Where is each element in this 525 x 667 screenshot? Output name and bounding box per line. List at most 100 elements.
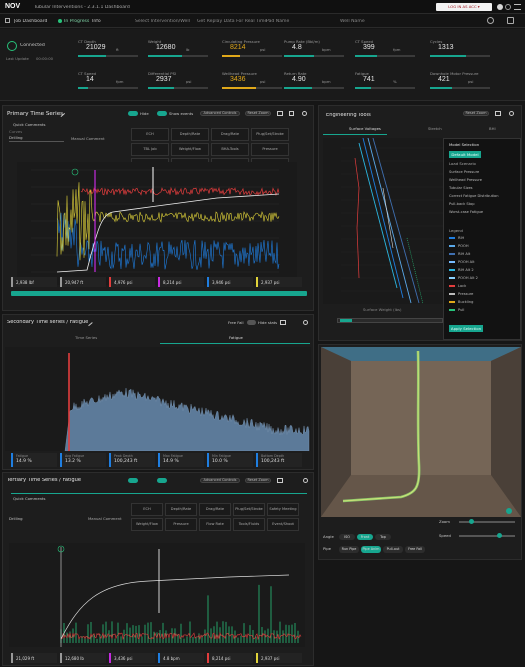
tertiary-chart[interactable] [9, 543, 305, 647]
select-value[interactable]: Drilling [9, 517, 39, 521]
reset-zoom-button[interactable]: Reset Zoom [245, 111, 271, 116]
primary-chart[interactable] [17, 162, 297, 285]
nav-replay[interactable]: Get Replay Data For Real Time [197, 19, 277, 24]
default-model-button[interactable]: Default Model [449, 151, 481, 158]
view-option[interactable]: Front [357, 534, 373, 540]
comment-button[interactable]: Depth/Rate [171, 128, 209, 141]
comment-button[interactable]: Event/Shoot [267, 518, 299, 531]
notifications-icon[interactable] [507, 17, 514, 24]
kpi-value: 1313 [438, 44, 454, 51]
kpi-value: 12680 [156, 44, 176, 51]
eng-scrollbar[interactable] [337, 318, 443, 323]
hide-label: Hide [140, 112, 149, 116]
tab-stretch[interactable]: Stretch [428, 127, 448, 131]
eng-scroll-thumb[interactable] [340, 319, 352, 322]
model-legend-popup: Model Selection Default Model Load Scena… [443, 138, 521, 340]
kpi-gauge [430, 87, 490, 89]
speed-slider[interactable] [459, 533, 515, 538]
nav-well-name[interactable]: Well Name [340, 19, 368, 24]
reading-card: 4.8 bpm [158, 653, 204, 663]
camera-icon[interactable] [280, 320, 286, 325]
tab-surface[interactable]: Surface Voltages [349, 127, 389, 131]
comment-button[interactable]: Plug/Set/Stroke [251, 128, 289, 141]
comment-button[interactable]: Weight/Flow [171, 143, 209, 156]
comment-button[interactable]: TBL Job [131, 143, 169, 156]
nav-pad-name[interactable]: Pad Name [266, 19, 294, 24]
kpi-unit: lb [186, 47, 190, 52]
slider-handle[interactable] [469, 519, 474, 524]
legend-series-name: RIH Alt 2 [458, 268, 474, 272]
slider-handle[interactable] [497, 533, 502, 538]
settings-icon[interactable] [303, 320, 308, 325]
comment-button[interactable]: Weight/Flow [131, 518, 163, 531]
reading-card: Max Fatigue 14.9 % [158, 453, 204, 467]
nav-info[interactable]: Info [92, 19, 104, 24]
kpi-unit: bpm [322, 79, 331, 84]
hide-toggle[interactable] [128, 111, 138, 116]
advanced-controls-button[interactable]: Advanced Controls [200, 111, 240, 116]
zoom-slider[interactable] [459, 519, 515, 524]
comment-button[interactable]: Depth/Rate [165, 503, 197, 516]
hide-toggle[interactable] [128, 478, 138, 483]
kpi-value: 421 [438, 76, 450, 83]
comment-button[interactable]: Flow Rate [199, 518, 231, 531]
tab-time-series[interactable]: Time Series [75, 336, 105, 340]
kpi-value: 399 [363, 44, 375, 51]
mode-option[interactable]: Pull-out [383, 546, 403, 553]
nav-select-well[interactable]: Select Intervention/Well [135, 19, 193, 24]
events-toggle[interactable] [157, 111, 167, 116]
apply-selection-button[interactable]: Apply Selection [449, 325, 483, 332]
fatigue-chart[interactable] [5, 347, 311, 451]
reset-zoom-button[interactable]: Reset Zoom [245, 478, 271, 483]
settings-icon[interactable] [487, 17, 494, 24]
manual-comment-button[interactable]: Manual Comment [88, 517, 124, 521]
settings-icon[interactable] [302, 111, 307, 116]
kpi-gauge-fill [148, 55, 182, 57]
view-option[interactable]: ISO [339, 534, 355, 540]
camera-icon[interactable] [277, 478, 283, 483]
comment-button[interactable]: ECH [131, 503, 163, 516]
primary-scrollbar[interactable] [11, 291, 307, 296]
camera-icon[interactable] [495, 111, 501, 116]
nav-job-dashboard[interactable]: Job Dashboard [14, 19, 50, 24]
user-avatar[interactable] [497, 4, 503, 10]
menu-icon[interactable] [514, 4, 521, 10]
manual-comment-button[interactable]: Manual Comment [71, 137, 107, 141]
comment-button[interactable]: Drag/Rate [199, 503, 231, 516]
export-icon[interactable] [289, 111, 294, 116]
settings-icon[interactable] [303, 478, 308, 483]
mode-option[interactable]: Free Fall [405, 546, 425, 553]
legend-swatch [449, 277, 455, 279]
wellbore-3d-view[interactable] [321, 347, 521, 517]
comment-button[interactable]: Tools/Fluids [233, 518, 265, 531]
view-option[interactable]: Top [375, 534, 391, 540]
comment-button[interactable]: Pressure [165, 518, 197, 531]
comment-button[interactable]: Pressure [251, 143, 289, 156]
comment-button[interactable]: ECH [131, 128, 169, 141]
help-icon[interactable] [505, 4, 511, 10]
reset-zoom-button[interactable]: Reset Zoom [463, 111, 489, 116]
engineering-panel: Engineering Tools Reset Zoom Surface Vol… [318, 105, 522, 341]
engineering-chart[interactable] [323, 138, 443, 304]
events-toggle[interactable] [157, 478, 167, 483]
camera-icon[interactable] [277, 111, 283, 116]
nav-in-progress[interactable]: In Progress [64, 19, 92, 24]
comment-select[interactable]: Curves Drilling [9, 130, 64, 142]
comment-button[interactable]: Plug/Set/Stroke [233, 503, 265, 516]
kpi-unit: psi [468, 79, 474, 84]
comment-button[interactable]: Drag/Rate [211, 128, 249, 141]
advanced-controls-button[interactable]: Advanced Controls [200, 478, 240, 483]
eng-x-label: Surface Weight (lbs) [363, 308, 402, 312]
settings-icon[interactable] [509, 111, 514, 116]
legend-swatch [449, 261, 455, 263]
account-button[interactable]: LOG IN AS ACC ▾ [436, 3, 492, 11]
comment-button[interactable]: Safety Meeting [267, 503, 299, 516]
comment-button[interactable]: BHA-Tools [211, 143, 249, 156]
tab-fatigue[interactable]: Fatigue [229, 336, 249, 340]
hide-stats-toggle[interactable] [247, 320, 256, 325]
mode-option[interactable]: Pipe Anim [361, 546, 381, 553]
mode-option[interactable]: Run Pipe [339, 546, 359, 553]
tab-bhi[interactable]: BHI [489, 127, 499, 131]
home-icon[interactable] [5, 18, 10, 23]
legend-row: Wellhead Pressure [449, 178, 483, 182]
